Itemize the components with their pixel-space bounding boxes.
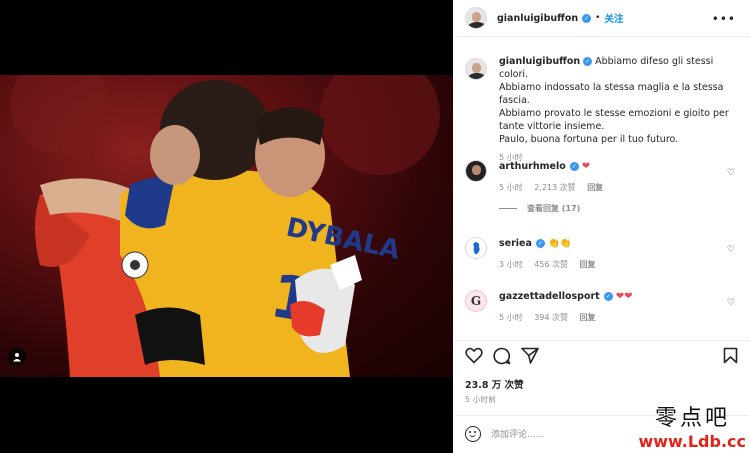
view-replies-link[interactable]: 查看回复 (17) xyxy=(499,203,745,214)
avatar[interactable] xyxy=(465,7,487,29)
post-panel: gianluigibuffon ✓ • 关注 ••• gianluigibuff… xyxy=(453,0,750,453)
verified-icon: ✓ xyxy=(569,162,579,171)
post-caption: gianluigibuffon ✓ Abbiamo difeso gli stess… xyxy=(465,55,745,163)
divider xyxy=(453,340,750,341)
comment-text: 👏👏 xyxy=(547,238,572,249)
reply-button[interactable]: 回复 xyxy=(580,313,596,322)
comment-likes[interactable]: 2,213 次赞 xyxy=(534,183,575,192)
comment-likes[interactable]: 394 次赞 xyxy=(534,313,568,322)
comment-item: arthurhmelo ✓ ❤ 5 小时 2,213 次赞 回复 查看回复 (17… xyxy=(465,160,745,214)
comment-username[interactable]: gazzettadellosport xyxy=(499,291,600,302)
comment-avatar[interactable] xyxy=(465,160,487,182)
post-photo[interactable]: DYBALA 10 xyxy=(0,75,453,377)
comment-text: ❤❤ xyxy=(615,291,633,302)
comment-avatar[interactable] xyxy=(465,237,487,259)
photo-illustration: DYBALA 10 xyxy=(10,75,440,377)
verified-icon: ✓ xyxy=(603,292,613,301)
comment-time: 5 小时 xyxy=(499,313,523,322)
view-replies-label: 查看回复 (17) xyxy=(527,204,581,213)
post-media: DYBALA 10 xyxy=(0,0,453,453)
heart-icon[interactable] xyxy=(465,347,483,364)
caption-avatar[interactable] xyxy=(465,58,487,80)
verified-icon: ✓ xyxy=(535,239,545,248)
comment-avatar[interactable]: G xyxy=(465,290,487,312)
header-username[interactable]: gianluigibuffon xyxy=(497,13,578,24)
comment-username[interactable]: arthurhmelo xyxy=(499,161,566,172)
caption-username[interactable]: gianluigibuffon xyxy=(499,56,580,67)
comment-username[interactable]: seriea xyxy=(499,238,532,249)
caption-line-4: Paulo, buona fortuna per il tuo futuro. xyxy=(499,134,679,145)
emoji-icon[interactable] xyxy=(465,426,481,442)
share-icon[interactable] xyxy=(521,347,539,364)
caption-line-3: Abbiamo provato le stesse emozioni e gio… xyxy=(499,108,729,132)
comment-text: ❤ xyxy=(581,161,591,172)
verified-icon: ✓ xyxy=(583,57,593,66)
tag-person-icon[interactable] xyxy=(8,348,26,366)
comment-icon[interactable] xyxy=(493,347,511,365)
comment-likes[interactable]: 456 次赞 xyxy=(534,260,568,269)
separator-dot: • xyxy=(595,13,601,23)
action-bar xyxy=(465,347,740,367)
comment-input[interactable] xyxy=(491,427,661,443)
comment-time: 5 小时 xyxy=(499,183,523,192)
like-count[interactable]: 23.8 万 次赞 xyxy=(465,377,524,391)
comment-item: G gazzettadellosport ✓ ❤❤ 5 小时 394 次赞 回复 … xyxy=(465,290,745,323)
follow-button[interactable]: 关注 xyxy=(604,11,623,25)
site-watermark: 零点吧 www.Ldb.cc xyxy=(638,400,746,451)
reply-button[interactable]: 回复 xyxy=(587,183,603,192)
watermark-url: www.Ldb.cc xyxy=(638,432,746,451)
watermark-text: 零点吧 xyxy=(654,406,730,431)
like-comment-icon[interactable]: ♡ xyxy=(727,298,735,308)
verified-icon: ✓ xyxy=(582,13,592,23)
bookmark-icon[interactable] xyxy=(723,347,738,364)
post-time: 5 小时前 xyxy=(465,395,497,404)
reply-button[interactable]: 回复 xyxy=(580,260,596,269)
comment-time: 3 小时 xyxy=(499,260,523,269)
like-comment-icon[interactable]: ♡ xyxy=(727,245,735,255)
post-header: gianluigibuffon ✓ • 关注 ••• xyxy=(453,0,750,37)
comment-item: seriea ✓ 👏👏 3 小时 456 次赞 回复 ♡ xyxy=(465,237,745,270)
like-comment-icon[interactable]: ♡ xyxy=(727,168,735,178)
caption-line-2: Abbiamo indossato la stessa maglia e la … xyxy=(499,82,724,106)
more-options-icon[interactable]: ••• xyxy=(712,12,736,26)
